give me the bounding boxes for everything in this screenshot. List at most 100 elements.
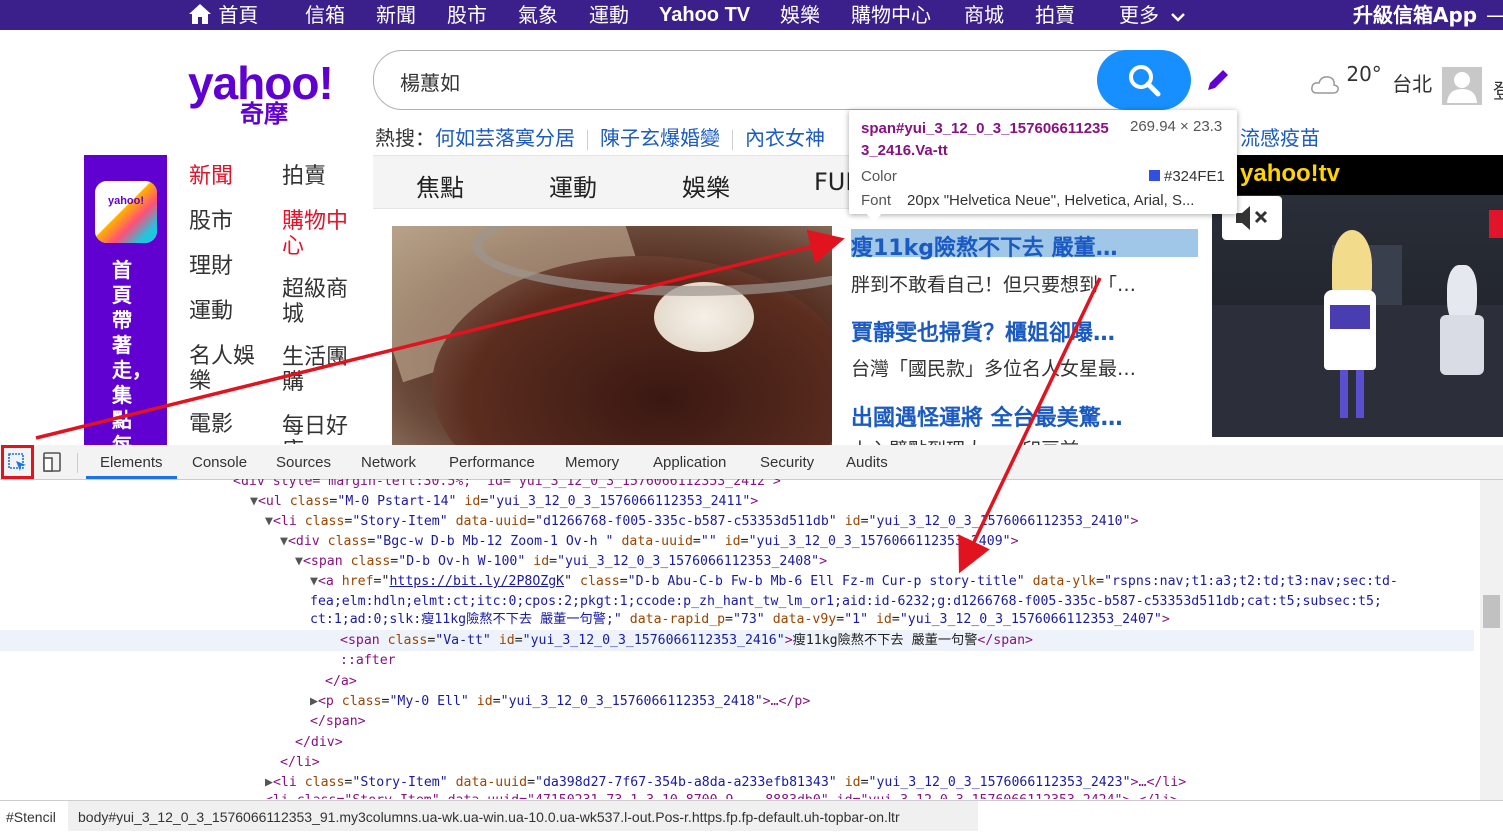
category-auction[interactable]: 拍賣 bbox=[282, 164, 326, 189]
tab-memory[interactable]: Memory bbox=[565, 454, 619, 471]
trending-item[interactable]: 流感疫苗 bbox=[1240, 125, 1320, 151]
category-sports[interactable]: 運動 bbox=[189, 299, 233, 324]
dom-node[interactable]: <div style="margin-left:30.5%;" id="yui_… bbox=[233, 479, 781, 492]
story-summary: 胖到不敢看自己！但只要想到「… bbox=[851, 274, 1137, 296]
pencil-button[interactable] bbox=[1204, 66, 1232, 98]
dom-node[interactable]: ▼<a href="https://bit.ly/2P8OZgK" class=… bbox=[310, 572, 1398, 592]
cloud-icon bbox=[1311, 76, 1339, 94]
nav-home[interactable]: 首頁 bbox=[188, 2, 258, 28]
nav-mail[interactable]: 信箱 bbox=[305, 2, 345, 28]
tooltip-font-label: Font bbox=[861, 192, 892, 209]
dom-node[interactable]: ▼<span class="D-b Ov-h W-100" id="yui_3_… bbox=[295, 552, 827, 572]
tab-entertainment[interactable]: 娛樂 bbox=[682, 168, 730, 203]
dom-node[interactable]: ▼<li class="Story-Item" data-uuid="d1266… bbox=[265, 512, 1139, 532]
story-image[interactable] bbox=[392, 226, 832, 446]
scrollbar-thumb[interactable] bbox=[1483, 595, 1500, 628]
nav-yahoo-tv[interactable]: Yahoo TV bbox=[659, 2, 750, 28]
weather-widget[interactable]: 20° 台北 bbox=[1310, 62, 1433, 97]
pencil-icon bbox=[1208, 70, 1228, 90]
devtools-scrollbar[interactable] bbox=[1480, 480, 1503, 800]
trending-item[interactable]: 何如芸落寞分居 bbox=[435, 126, 575, 150]
dom-close-tag: </div> bbox=[295, 735, 343, 750]
yahoo-tv-header: yahoo!tv bbox=[1212, 155, 1503, 195]
inspect-tooltip: span#yui_3_12_0_3_1576066112353_2416.Va-… bbox=[849, 110, 1237, 214]
tab-security[interactable]: Security bbox=[760, 454, 814, 471]
devtools-tab-bar: Elements Console Sources Network Perform… bbox=[0, 445, 1503, 480]
nav-mall[interactable]: 商城 bbox=[964, 2, 1004, 28]
search-icon bbox=[1129, 65, 1161, 97]
yahoo-app-icon: yahoo! bbox=[95, 181, 157, 243]
nav-home-label: 首頁 bbox=[218, 3, 259, 27]
category-daily-deals[interactable]: 每日好康 bbox=[282, 414, 358, 444]
search-input[interactable] bbox=[398, 65, 1082, 97]
story-headline[interactable]: 賈靜雯也掃貨？櫃姐卻曝… bbox=[851, 315, 1115, 347]
nav-news[interactable]: 新聞 bbox=[376, 2, 416, 28]
weather-temperature: 20° bbox=[1346, 62, 1382, 86]
category-super-mall[interactable]: 超級商城 bbox=[282, 277, 358, 327]
breadcrumb-body[interactable]: body#yui_3_12_0_3_1576066112353_91.my3co… bbox=[78, 809, 900, 825]
tooltip-selector: span#yui_3_12_0_3_1576066112353_2416.Va-… bbox=[861, 120, 1109, 159]
category-finance[interactable]: 理財 bbox=[189, 254, 233, 279]
weather-city: 台北 bbox=[1392, 72, 1433, 96]
nav-stocks[interactable]: 股市 bbox=[447, 2, 487, 28]
tab-console[interactable]: Console bbox=[192, 454, 247, 471]
href-link[interactable]: https://bit.ly/2P8OZgK bbox=[389, 574, 564, 589]
tab-focus[interactable]: 焦點 bbox=[416, 168, 464, 203]
yahoo-tv-logo: yahoo!tv bbox=[1240, 160, 1341, 187]
nav-auction[interactable]: 拍賣 bbox=[1035, 2, 1075, 28]
devtools-breadcrumb-bar: #Stencil body#yui_3_12_0_3_1576066112353… bbox=[0, 800, 1503, 832]
speaker-muted-icon bbox=[1236, 206, 1268, 230]
tab-sources[interactable]: Sources bbox=[276, 454, 331, 471]
nav-right-dash: — bbox=[1486, 2, 1503, 28]
device-toggle-icon bbox=[43, 452, 61, 472]
search-button[interactable] bbox=[1097, 50, 1191, 110]
nav-sports[interactable]: 運動 bbox=[589, 2, 629, 28]
tab-application[interactable]: Application bbox=[653, 454, 726, 471]
trending-item[interactable]: 陳子玄爆婚變 bbox=[600, 126, 720, 150]
story-headline[interactable]: 瘦11kg險熬不下去 嚴董… bbox=[851, 230, 1118, 262]
nav-shopping[interactable]: 購物中心 bbox=[851, 2, 931, 28]
category-news[interactable]: 新聞 bbox=[189, 164, 233, 189]
login-link[interactable]: 登 bbox=[1493, 75, 1503, 104]
tooltip-color-value-row: #324FE1 bbox=[1149, 168, 1225, 185]
tab-network[interactable]: Network bbox=[361, 454, 416, 471]
dom-node[interactable]: ▼<ul class="M-0 Pstart-14" id="yui_3_12_… bbox=[250, 492, 758, 512]
nav-more[interactable]: 更多 bbox=[1119, 2, 1186, 28]
dom-node[interactable]: ▶<p class="My-0 Ell" id="yui_3_12_0_3_15… bbox=[310, 692, 810, 712]
dom-close-tag: </li> bbox=[280, 755, 320, 770]
top-navigation-bar: 首頁 信箱 新聞 股市 氣象 運動 Yahoo TV 娛樂 購物中心 商城 拍賣… bbox=[0, 0, 1503, 30]
avatar[interactable] bbox=[1442, 67, 1482, 105]
breadcrumb-stencil[interactable]: #Stencil bbox=[6, 809, 56, 825]
elements-tree: <div style="margin-left:30.5%;" id="yui_… bbox=[0, 479, 1480, 799]
dom-node[interactable]: ▶<li class="Story-Item" data-uuid="da398… bbox=[265, 773, 1186, 793]
dom-node-selected[interactable]: <span class="Va-tt" id="yui_3_12_0_3_157… bbox=[340, 631, 1033, 651]
trending-item[interactable]: 內衣女神 bbox=[745, 126, 825, 150]
dom-node-continuation: fea;elm:hdln;elmt:ct;itc:0;cpos:2;pkgt:1… bbox=[310, 594, 1382, 609]
category-celebrities[interactable]: 名人娛樂 bbox=[189, 344, 265, 394]
app-promo-text: 首頁帶著走，集點每 bbox=[112, 258, 152, 457]
story-headline[interactable]: 出國遇怪運將 全台最美驚… bbox=[851, 400, 1123, 432]
dom-node[interactable]: <li class="Story-Item" data-uuid="471502… bbox=[265, 791, 1178, 799]
yahoo-logo-subtitle: 奇摩 bbox=[240, 100, 288, 128]
tab-performance[interactable]: Performance bbox=[449, 454, 535, 471]
dom-pseudo-element[interactable]: ::after bbox=[340, 651, 396, 671]
tab-audits[interactable]: Audits bbox=[846, 454, 888, 471]
tab-sports[interactable]: 運動 bbox=[549, 168, 597, 203]
tooltip-color-value: #324FE1 bbox=[1164, 168, 1225, 185]
story-summary: 台灣「國民款」多位名人女星最… bbox=[851, 358, 1137, 380]
inspect-element-button[interactable] bbox=[1, 445, 34, 479]
nav-upgrade-mail-app[interactable]: 升級信箱App bbox=[1353, 2, 1477, 28]
category-stocks[interactable]: 股市 bbox=[189, 209, 233, 234]
device-toolbar-button[interactable] bbox=[42, 452, 64, 476]
story-summary: 上入壁點到理大，…印豆前一 bbox=[851, 435, 1098, 445]
trending-label: 熱搜： bbox=[375, 126, 435, 150]
tab-elements[interactable]: Elements bbox=[100, 454, 163, 471]
category-group-buy[interactable]: 生活團購 bbox=[282, 345, 358, 395]
tooltip-arrow bbox=[866, 213, 882, 223]
category-movies[interactable]: 電影 bbox=[189, 412, 233, 437]
nav-weather[interactable]: 氣象 bbox=[518, 2, 558, 28]
nav-entertainment[interactable]: 娛樂 bbox=[780, 2, 820, 28]
tooltip-font-value: 20px "Helvetica Neue", Helvetica, Arial,… bbox=[907, 192, 1195, 209]
dom-node[interactable]: ▼<div class="Bgc-w D-b Mb-12 Zoom-1 Ov-h… bbox=[280, 532, 1019, 552]
category-shopping-center[interactable]: 購物中心 bbox=[282, 209, 358, 259]
